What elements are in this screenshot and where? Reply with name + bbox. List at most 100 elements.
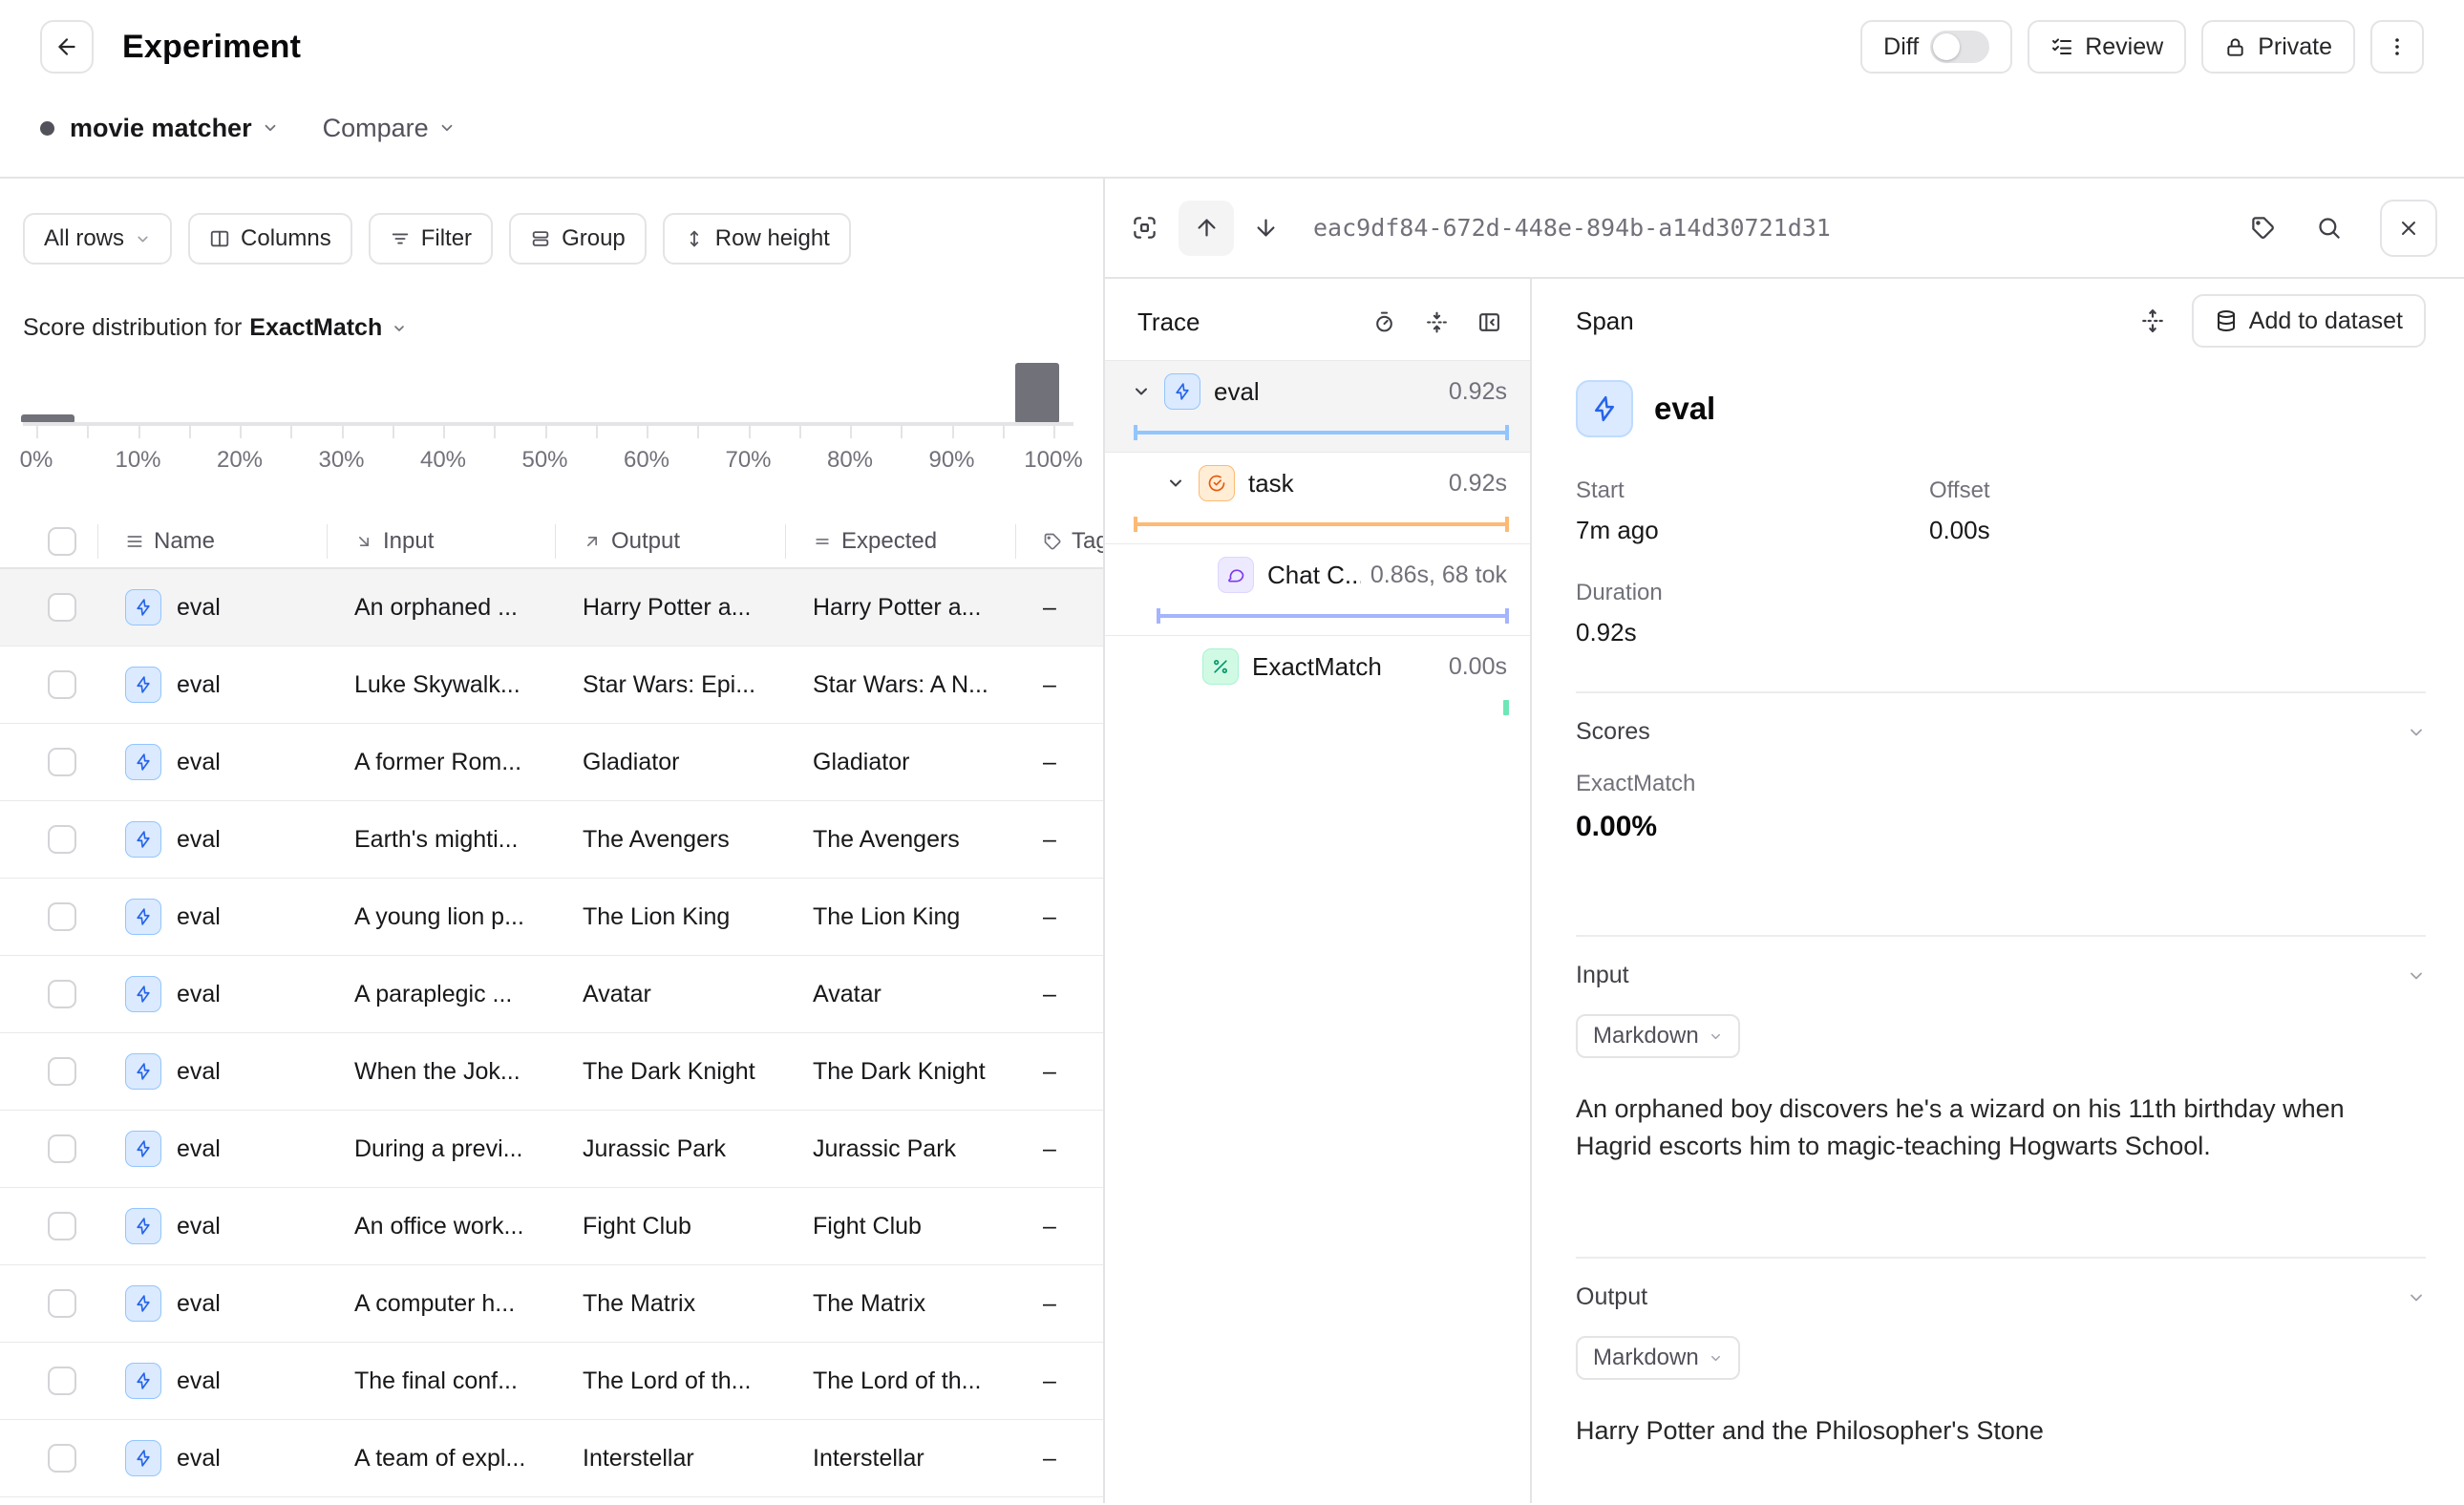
chevron-down-icon[interactable] (392, 321, 407, 336)
row-checkbox[interactable] (48, 593, 76, 622)
filter-button[interactable]: Filter (369, 213, 493, 265)
diff-toggle-group[interactable]: Diff (1860, 20, 2012, 74)
add-to-dataset-button[interactable]: Add to dataset (2192, 294, 2426, 348)
score-distribution-score-name: ExactMatch (249, 314, 382, 342)
row-checkbox[interactable] (48, 670, 76, 699)
row-checkbox[interactable] (48, 748, 76, 776)
column-header-label: Input (383, 528, 434, 555)
axis-tick-label: 40% (405, 447, 481, 474)
axis-tick (189, 426, 191, 438)
table-row[interactable]: evalThe final conf...The Lord of th...Th… (0, 1343, 1103, 1420)
row-checkbox[interactable] (48, 1134, 76, 1163)
collapse-all-button[interactable] (1425, 310, 1449, 334)
table-row[interactable]: evalAn office work...Fight ClubFight Clu… (0, 1188, 1103, 1265)
row-name: eval (177, 1058, 221, 1086)
search-trace-button[interactable] (2316, 215, 2342, 241)
review-button[interactable]: Review (2028, 20, 2186, 74)
chevron-down-icon[interactable] (1132, 382, 1151, 401)
chevron-down-icon[interactable] (262, 119, 279, 137)
span-meta: Start 7m ago Offset 0.00s Duration 0.92s (1576, 477, 2426, 647)
row-checkbox[interactable] (48, 1367, 76, 1395)
column-header-tags[interactable]: Tags (1016, 524, 1103, 559)
table-row[interactable]: evalEarth's mighti...The AvengersThe Ave… (0, 801, 1103, 879)
axis-tick-label: 30% (304, 447, 380, 474)
previous-row-button[interactable] (1179, 201, 1234, 256)
row-checkbox[interactable] (48, 1212, 76, 1240)
row-output: The Dark Knight (556, 1058, 786, 1086)
row-checkbox[interactable] (48, 980, 76, 1008)
tag-icon (2250, 215, 2276, 241)
trace-span-row-task[interactable]: task 0.92s (1105, 452, 1530, 543)
select-all-checkbox[interactable] (48, 527, 76, 556)
filter-icon (390, 228, 411, 249)
row-expected: Star Wars: A N... (786, 671, 1016, 699)
chevron-down-icon[interactable] (2407, 966, 2426, 986)
fold-vertical-icon (1425, 310, 1449, 334)
row-checkbox[interactable] (48, 902, 76, 931)
row-name: eval (177, 1367, 221, 1395)
page-header: Experiment Diff Review Private (0, 0, 2464, 179)
all-rows-filter-button[interactable]: All rows (23, 213, 172, 265)
project-selector[interactable]: movie matcher (70, 114, 252, 143)
more-options-button[interactable] (2370, 20, 2424, 74)
input-format-dropdown[interactable]: Markdown (1576, 1014, 1740, 1058)
add-to-dataset-label: Add to dataset (2249, 307, 2403, 335)
eval-row-icon (125, 1285, 161, 1322)
back-button[interactable] (40, 20, 94, 74)
output-format-dropdown[interactable]: Markdown (1576, 1336, 1740, 1380)
trace-span-row-exactmatch[interactable]: ExactMatch 0.00s (1105, 635, 1530, 727)
table-row[interactable]: evalA computer h...The MatrixThe Matrix– (0, 1265, 1103, 1343)
histogram-axis (23, 422, 1073, 426)
axis-tick-label: 60% (608, 447, 685, 474)
table-row[interactable]: evalAn orphaned ...Harry Potter a...Harr… (0, 569, 1103, 647)
row-checkbox[interactable] (48, 1289, 76, 1318)
row-output: Star Wars: Epi... (556, 671, 786, 699)
private-button[interactable]: Private (2201, 20, 2355, 74)
row-name: eval (177, 1135, 221, 1163)
expand-sections-button[interactable] (2140, 308, 2165, 333)
column-header-expected[interactable]: Expected (786, 524, 1016, 559)
row-expected: Jurassic Park (786, 1135, 1016, 1163)
table-row[interactable]: evalA team of expl...InterstellarInterst… (0, 1420, 1103, 1497)
table-row[interactable]: evalA young lion p...The Lion KingThe Li… (0, 879, 1103, 956)
row-height-button[interactable]: Row height (663, 213, 851, 265)
score-histogram[interactable]: 0%10%20%30%40%50%60%70%80%90%100% (23, 363, 1078, 476)
table-body: evalAn orphaned ...Harry Potter a...Harr… (0, 569, 1103, 1497)
histogram-plot (23, 363, 1073, 422)
compare-label: Compare (323, 114, 429, 143)
tag-trace-button[interactable] (2250, 215, 2276, 241)
row-checkbox[interactable] (48, 1057, 76, 1086)
focus-row-button[interactable] (1132, 215, 1158, 241)
column-header-output[interactable]: Output (556, 524, 786, 559)
row-checkbox[interactable] (48, 1444, 76, 1473)
column-header-input[interactable]: Input (328, 524, 556, 559)
chevron-down-icon[interactable] (2407, 723, 2426, 742)
chevron-down-icon (1709, 1029, 1723, 1044)
chevron-down-icon[interactable] (1166, 474, 1185, 493)
next-row-button[interactable] (1253, 215, 1279, 241)
column-header-name[interactable]: Name (98, 524, 328, 559)
group-button[interactable]: Group (509, 213, 647, 265)
row-height-icon (684, 228, 705, 249)
row-tags: – (1016, 981, 1103, 1008)
compare-selector[interactable]: Compare (323, 114, 456, 143)
chevron-down-icon[interactable] (2407, 1288, 2426, 1307)
table-row[interactable]: evalWhen the Jok...The Dark KnightThe Da… (0, 1033, 1103, 1111)
table-row[interactable]: evalA paraplegic ...AvatarAvatar– (0, 956, 1103, 1033)
row-checkbox[interactable] (48, 825, 76, 854)
close-panel-button[interactable] (2380, 200, 2437, 257)
row-name: eval (177, 1213, 221, 1240)
table-row[interactable]: evalLuke Skywalk...Star Wars: Epi...Star… (0, 647, 1103, 724)
row-height-label: Row height (715, 225, 830, 252)
row-input: A paraplegic ... (328, 981, 556, 1008)
trace-span-row-eval[interactable]: eval 0.92s (1105, 360, 1530, 452)
diff-toggle[interactable] (1930, 31, 1989, 63)
timing-view-button[interactable] (1372, 310, 1396, 334)
axis-tick-label: 50% (507, 447, 584, 474)
trace-span-row-chat-completion[interactable]: Chat C... 0.86s, 68 tok (1105, 543, 1530, 635)
table-row[interactable]: evalDuring a previ...Jurassic ParkJurass… (0, 1111, 1103, 1188)
eval-row-icon (125, 744, 161, 780)
columns-button[interactable]: Columns (188, 213, 352, 265)
table-row[interactable]: evalA former Rom...GladiatorGladiator– (0, 724, 1103, 801)
collapse-panel-button[interactable] (1477, 310, 1501, 334)
